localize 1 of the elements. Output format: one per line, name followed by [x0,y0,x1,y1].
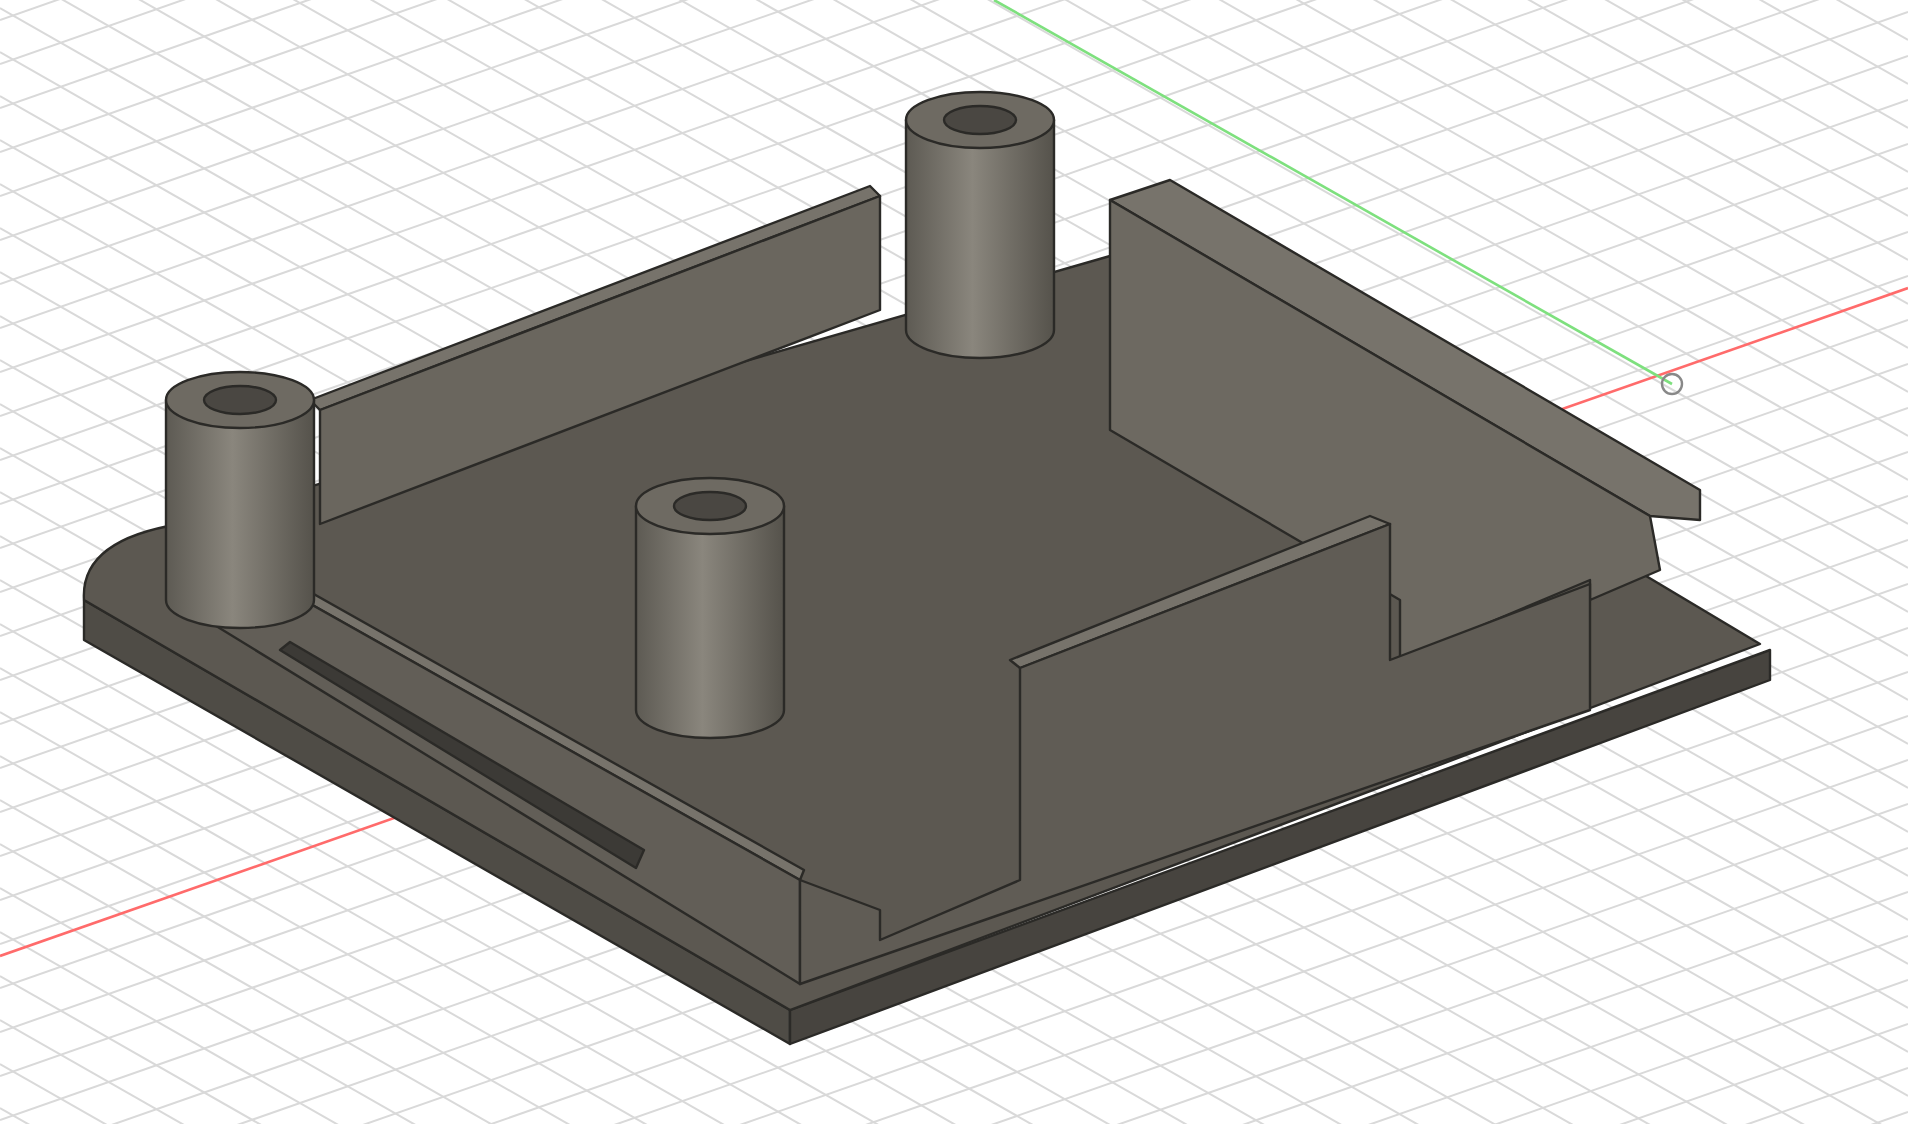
3d-viewport[interactable] [0,0,1908,1124]
